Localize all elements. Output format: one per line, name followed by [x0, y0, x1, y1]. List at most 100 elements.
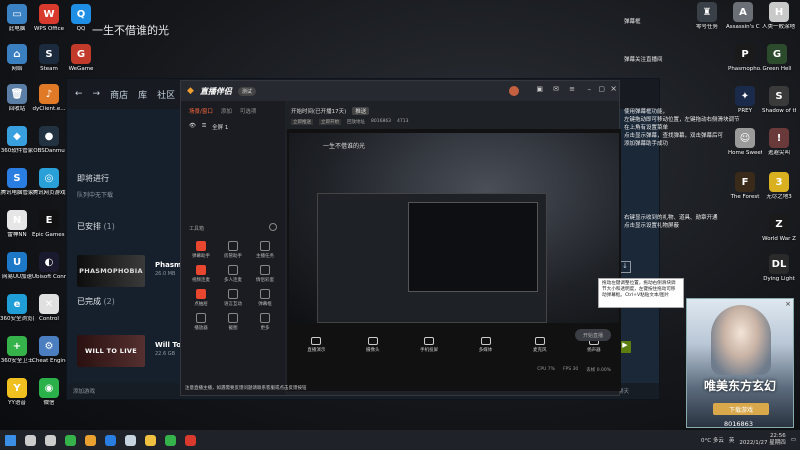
- toolbox-item[interactable]: 视频连麦: [185, 265, 217, 283]
- toolbox-item-label: 弹幕框: [258, 302, 272, 307]
- toolbox-settings-icon[interactable]: [269, 223, 277, 231]
- gift-icon[interactable]: ▣: [536, 85, 543, 93]
- desktop-icon[interactable]: ⌂ 网络: [0, 44, 34, 73]
- back-icon[interactable]: ←: [75, 89, 83, 99]
- desktop-icon[interactable]: Y YY语音: [0, 378, 34, 407]
- weather[interactable]: 0°C 多云: [701, 436, 724, 444]
- chip-push[interactable]: 立即推送: [291, 119, 313, 125]
- toolbox-item[interactable]: 多人连麦: [217, 265, 249, 283]
- phasmophobia-card[interactable]: PHASMOPHOBIA: [77, 255, 145, 287]
- streamer-tool-window[interactable]: ◆ 直播伴侣 测试 ▣ ✉ ≡ – ▢ × 场景/窗口 添加 可选项 👁 ⚿ 全…: [180, 80, 621, 396]
- game-shortcut[interactable]: S Shadow of the Tom...: [762, 86, 796, 115]
- desktop-icon[interactable]: +360安全卫士: [0, 336, 34, 365]
- taskbar-app-edge[interactable]: [100, 430, 120, 450]
- avatar[interactable]: [509, 86, 519, 96]
- will-to-live-name[interactable]: Will To: [155, 341, 181, 349]
- nav-store[interactable]: 商店: [110, 88, 128, 101]
- taskbar-app-steam[interactable]: [120, 430, 140, 450]
- toolbox-item[interactable]: 点抽屉: [185, 289, 217, 307]
- toolbox-item[interactable]: 房管助手: [217, 241, 249, 259]
- will-to-live-card[interactable]: WILL TO LIVE: [77, 335, 145, 367]
- desktop-icon[interactable]: Q QQ: [64, 4, 98, 33]
- tab-add[interactable]: 添加: [221, 107, 232, 115]
- scene-item[interactable]: 全屏 1: [212, 123, 228, 131]
- game-shortcut[interactable]: ♜ 零号任务: [690, 2, 724, 31]
- taskbar-app-360browser[interactable]: [60, 430, 80, 450]
- taskbar-app-360safe[interactable]: [160, 430, 180, 450]
- game-shortcut[interactable]: ! 逃避尖叫: [762, 128, 796, 157]
- desktop-icon[interactable]: 🗑 回收站: [0, 84, 34, 113]
- info-line: 添加弹幕助手成功: [624, 141, 669, 147]
- close-icon[interactable]: ×: [610, 84, 617, 93]
- taskbar-app-explorer[interactable]: [140, 430, 160, 450]
- desktop-icon[interactable]: ● OBSDanmu: [32, 126, 66, 155]
- nav-community[interactable]: 社区: [157, 88, 175, 101]
- game-shortcut[interactable]: A Assassin's Creed Valh...: [726, 2, 760, 31]
- desktop-icon[interactable]: e 360安全浏览器: [0, 294, 34, 323]
- toolbox-item[interactable]: 截图: [217, 313, 249, 331]
- desktop-icon[interactable]: ◆ 360软件管家: [0, 126, 34, 155]
- game-shortcut-label: Home Sweet Home: [728, 150, 762, 156]
- maximize-icon[interactable]: ▢: [598, 85, 605, 93]
- toolbox-item[interactable]: 弹幕框: [249, 289, 281, 307]
- notification-icon[interactable]: ▭: [791, 437, 796, 443]
- desktop-icon[interactable]: ◐ Ubisoft Connect: [32, 252, 66, 281]
- tab-options[interactable]: 可选项: [240, 107, 257, 115]
- desktop-icon[interactable]: W WPS Office: [32, 4, 66, 33]
- toolbox-item[interactable]: 情侣彩蛋: [249, 265, 281, 283]
- taskbar-app-taskview[interactable]: [40, 430, 60, 450]
- nav-library[interactable]: 库: [138, 88, 147, 101]
- app-icon: ◉: [39, 378, 59, 398]
- control-button[interactable]: 直播演示: [307, 337, 325, 353]
- eye-icon[interactable]: 👁: [189, 123, 196, 131]
- game-shortcut[interactable]: Z World War Z: [762, 214, 796, 243]
- taskbar-app-search[interactable]: [20, 430, 40, 450]
- control-button[interactable]: 麦克风: [533, 337, 546, 353]
- control-button[interactable]: 摄像头: [366, 337, 379, 353]
- game-shortcut[interactable]: 3 无尽之地3: [762, 172, 796, 201]
- game-shortcut[interactable]: H 人类一败涂地 Human Fa...: [762, 2, 796, 31]
- add-game-button[interactable]: 添加游戏: [73, 387, 95, 395]
- game-ad[interactable]: × 唯美东方玄幻 下载游戏: [686, 298, 794, 428]
- clock[interactable]: 22:56 2022/1/27 星期四: [739, 433, 785, 447]
- tab-scene[interactable]: 场景/窗口: [189, 107, 213, 115]
- desktop-icon[interactable]: ⚙ Cheat Engine: [32, 336, 66, 365]
- minimize-icon[interactable]: –: [588, 85, 592, 93]
- menu-icon[interactable]: ≡: [569, 85, 575, 93]
- toolbox-item[interactable]: 弹幕助手: [185, 241, 217, 259]
- toolbox-item[interactable]: 语言互动: [217, 289, 249, 307]
- taskbar-app-streamer-tool[interactable]: [80, 430, 100, 450]
- input-lang[interactable]: 英: [729, 436, 735, 444]
- toolbox-item[interactable]: 更多: [249, 313, 281, 331]
- desktop-icon[interactable]: ◉ 微信: [32, 378, 66, 407]
- ad-close-icon[interactable]: ×: [785, 300, 791, 308]
- taskbar-app-start[interactable]: [0, 430, 20, 450]
- mail-icon[interactable]: ✉: [553, 85, 559, 93]
- game-shortcut[interactable]: G Green Hell: [760, 44, 794, 73]
- desktop-icon[interactable]: ◎ 腾讯网页游戏: [32, 168, 66, 197]
- forward-icon[interactable]: →: [93, 89, 101, 99]
- game-shortcut[interactable]: F The Forest: [728, 172, 762, 201]
- desktop-icon[interactable]: E Epic Games Launcher: [32, 210, 66, 239]
- taskbar-app-netease[interactable]: [180, 430, 200, 450]
- desktop-icon[interactable]: G WeGame: [64, 44, 98, 73]
- desktop-icon[interactable]: S Steam: [32, 44, 66, 73]
- phasmophobia-name[interactable]: Phasm: [155, 261, 181, 269]
- push-badge[interactable]: 推送: [352, 107, 370, 115]
- desktop-icon[interactable]: ▭ 此电脑: [0, 4, 34, 33]
- control-button[interactable]: 手机投屏: [420, 337, 438, 353]
- desktop-icon[interactable]: ♪ dyClient.e...: [32, 84, 66, 113]
- start-stream-button[interactable]: 开始直播: [575, 329, 611, 341]
- toolbox-item[interactable]: 主播任务: [249, 241, 281, 259]
- game-shortcut[interactable]: DL Dying Light: [762, 254, 796, 283]
- desktop-icon[interactable]: N 雷神NN: [0, 210, 34, 239]
- ad-download-button[interactable]: 下载游戏: [713, 403, 769, 415]
- chip-start[interactable]: 立即开始: [319, 119, 341, 125]
- control-button[interactable]: 多媒体: [479, 337, 492, 353]
- desktop-icon[interactable]: U 网易UU加速: [0, 252, 34, 281]
- game-shortcut[interactable]: P Phasmopho...: [728, 44, 762, 73]
- lock-icon[interactable]: ⚿: [202, 123, 206, 131]
- toolbox-item[interactable]: 播放器: [185, 313, 217, 331]
- desktop-icon[interactable]: ✕ Control: [32, 294, 66, 323]
- desktop-icon[interactable]: S 腾讯电脑管家: [0, 168, 34, 197]
